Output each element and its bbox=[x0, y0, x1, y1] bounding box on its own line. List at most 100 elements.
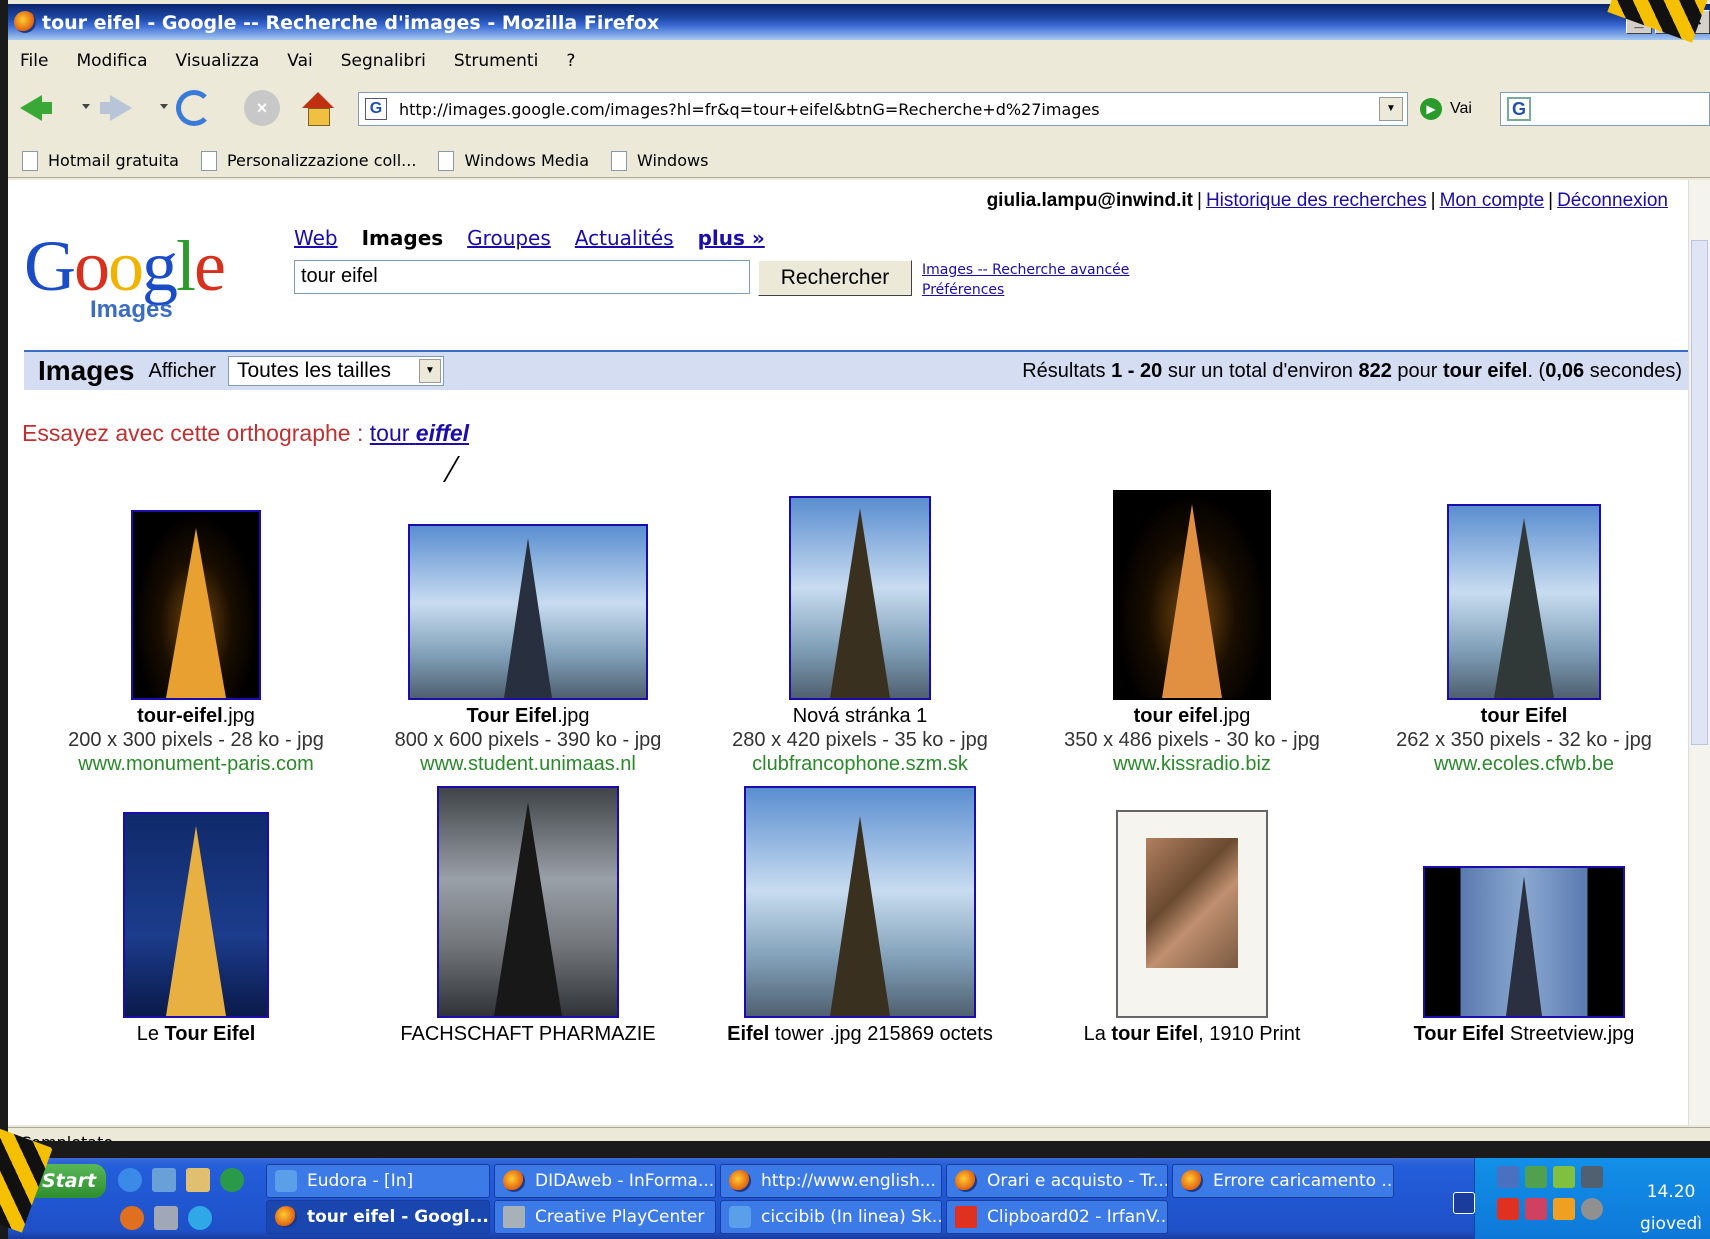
tab-web[interactable]: Web bbox=[294, 226, 338, 250]
result-thumbnail[interactable] bbox=[1113, 490, 1271, 700]
task-didaweb[interactable]: DIDAweb - InForma... bbox=[494, 1164, 716, 1198]
result-caption[interactable]: tour-eifel.jpg bbox=[30, 704, 362, 728]
menu-segnalibri[interactable]: Segnalibri bbox=[341, 51, 426, 71]
task-eudora[interactable]: Eudora - [In] bbox=[266, 1164, 490, 1198]
result-thumbnail[interactable] bbox=[1423, 866, 1625, 1018]
result-thumbnail[interactable] bbox=[437, 786, 619, 1018]
size-select[interactable]: Toutes les tailles ▼ bbox=[227, 356, 444, 386]
result-caption[interactable]: La tour Eifel, 1910 Print bbox=[1026, 1022, 1358, 1046]
antivirus-icon[interactable] bbox=[1525, 1166, 1547, 1188]
firefox-icon bbox=[729, 1170, 751, 1192]
tray-icon[interactable] bbox=[1581, 1198, 1603, 1220]
image-result[interactable]: Tour Eifel Streetview.jpg bbox=[1358, 866, 1688, 1046]
preferences-link[interactable]: Préférences bbox=[922, 280, 1129, 300]
address-url[interactable]: http://images.google.com/images?hl=fr&q=… bbox=[399, 100, 1100, 119]
menu-file[interactable]: File bbox=[20, 51, 48, 71]
result-caption[interactable]: FACHSCHAFT PHARMAZIE bbox=[362, 1022, 694, 1046]
task-english[interactable]: http://www.english... bbox=[720, 1164, 942, 1198]
ie-icon[interactable] bbox=[118, 1168, 142, 1192]
task-creative[interactable]: Creative PlayCenter bbox=[494, 1200, 716, 1234]
result-caption[interactable]: Tour Eifel Streetview.jpg bbox=[1358, 1022, 1688, 1046]
task-tour-eifel[interactable]: tour eifel - Googl... bbox=[266, 1200, 490, 1234]
google-search-icon[interactable]: G bbox=[1507, 97, 1531, 121]
clock[interactable]: 14.20 giovedì bbox=[1640, 1176, 1702, 1239]
result-thumbnail[interactable] bbox=[408, 524, 648, 700]
result-caption[interactable]: Tour Eifel.jpg bbox=[362, 704, 694, 728]
reload-icon[interactable] bbox=[176, 90, 212, 126]
search-input[interactable]: tour eifel bbox=[294, 260, 750, 294]
task-orari[interactable]: Orari e acquisto - Tr... bbox=[946, 1164, 1168, 1198]
forward-history-dropdown[interactable] bbox=[160, 104, 168, 109]
spell-suggestion-link[interactable]: tour eiffel bbox=[370, 420, 469, 446]
search-history-link[interactable]: Historique des recherches bbox=[1206, 190, 1427, 211]
image-result[interactable]: tour-eifel.jpg 200 x 300 pixels - 28 ko … bbox=[30, 510, 362, 776]
advanced-search-link[interactable]: Images -- Recherche avancée bbox=[922, 260, 1129, 280]
image-result[interactable]: Nová stránka 1 280 x 420 pixels - 35 ko … bbox=[694, 496, 1026, 776]
menu-vai[interactable]: Vai bbox=[287, 51, 312, 71]
result-caption[interactable]: Nová stránka 1 bbox=[694, 704, 1026, 728]
menu-help[interactable]: ? bbox=[566, 51, 575, 71]
result-thumbnail[interactable] bbox=[131, 510, 261, 700]
task-skype[interactable]: ciccibib (In linea) Sk... bbox=[720, 1200, 942, 1234]
mail-icon[interactable] bbox=[186, 1168, 210, 1192]
menu-modifica[interactable]: Modifica bbox=[76, 51, 147, 71]
go-icon: ▶ bbox=[1420, 98, 1442, 120]
result-thumbnail[interactable] bbox=[789, 496, 931, 700]
image-result[interactable]: Tour Eifel.jpg 800 x 600 pixels - 390 ko… bbox=[362, 524, 694, 776]
chevron-down-icon[interactable]: ▼ bbox=[418, 359, 441, 383]
menu-strumenti[interactable]: Strumenti bbox=[454, 51, 538, 71]
image-result[interactable]: Le Tour Eifel bbox=[30, 812, 362, 1046]
logout-link[interactable]: Déconnexion bbox=[1557, 190, 1668, 211]
tray-icon[interactable] bbox=[1581, 1166, 1603, 1188]
go-button[interactable]: ▶ Vai bbox=[1420, 92, 1472, 126]
firefox-icon[interactable] bbox=[120, 1206, 144, 1230]
search-button[interactable]: Rechercher bbox=[758, 260, 912, 296]
image-result[interactable]: La tour Eifel, 1910 Print bbox=[1026, 810, 1358, 1046]
tray-icon[interactable] bbox=[1553, 1198, 1575, 1220]
bookmark-item[interactable]: Hotmail gratuita bbox=[22, 150, 179, 171]
result-thumbnail[interactable] bbox=[1116, 810, 1268, 1018]
caption-bold: Eifel bbox=[727, 1023, 770, 1045]
skype-icon[interactable] bbox=[188, 1206, 212, 1230]
address-dropdown-button[interactable]: ▼ bbox=[1379, 97, 1403, 121]
tab-groupes[interactable]: Groupes bbox=[467, 226, 551, 250]
tab-more[interactable]: plus » bbox=[698, 226, 765, 250]
back-history-dropdown[interactable] bbox=[82, 104, 90, 109]
network-icon[interactable] bbox=[1497, 1166, 1519, 1188]
back-icon[interactable] bbox=[18, 90, 54, 126]
tray-icon[interactable] bbox=[1525, 1198, 1547, 1220]
explorer-icon[interactable] bbox=[152, 1168, 176, 1192]
bookmark-item[interactable]: Personalizzazione coll... bbox=[200, 150, 416, 171]
menu-visualizza[interactable]: Visualizza bbox=[176, 51, 260, 71]
address-bar[interactable]: G http://images.google.com/images?hl=fr&… bbox=[358, 92, 1408, 126]
zonealarm-icon[interactable] bbox=[1497, 1198, 1519, 1220]
bookmark-item[interactable]: Windows Media bbox=[438, 150, 589, 171]
image-result[interactable]: Eifel tower .jpg 215869 octets bbox=[694, 786, 1026, 1046]
result-thumbnail[interactable] bbox=[1447, 504, 1601, 700]
messenger-icon[interactable] bbox=[1553, 1166, 1575, 1188]
search-engine-box[interactable]: G bbox=[1500, 92, 1710, 126]
home-icon[interactable] bbox=[300, 90, 336, 126]
my-account-link[interactable]: Mon compte bbox=[1440, 190, 1545, 211]
result-caption[interactable]: tour Eifel bbox=[1358, 704, 1688, 728]
media-player-icon[interactable] bbox=[220, 1168, 244, 1192]
forward-icon[interactable] bbox=[98, 90, 134, 126]
result-caption[interactable]: tour eifel.jpg bbox=[1026, 704, 1358, 728]
tab-actualites[interactable]: Actualités bbox=[575, 226, 674, 250]
google-images-logo[interactable]: Google Images bbox=[24, 230, 274, 323]
bookmark-item[interactable]: Windows bbox=[611, 150, 708, 171]
task-irfanview[interactable]: Clipboard02 - IrfanV... bbox=[946, 1200, 1168, 1234]
image-result[interactable]: FACHSCHAFT PHARMAZIE bbox=[362, 786, 694, 1046]
image-result[interactable]: tour Eifel 262 x 350 pixels - 32 ko - jp… bbox=[1358, 504, 1688, 776]
task-errore[interactable]: Errore caricamento ... bbox=[1172, 1164, 1394, 1198]
vertical-scrollbar[interactable] bbox=[1688, 180, 1710, 1125]
scrollbar-thumb[interactable] bbox=[1691, 240, 1708, 745]
result-thumbnail[interactable] bbox=[123, 812, 269, 1018]
stop-icon[interactable]: × bbox=[244, 90, 280, 126]
result-thumbnail[interactable] bbox=[744, 786, 976, 1018]
desktop-icon[interactable] bbox=[154, 1206, 178, 1230]
language-icon[interactable] bbox=[1453, 1192, 1475, 1214]
image-result[interactable]: tour eifel.jpg 350 x 486 pixels - 30 ko … bbox=[1026, 490, 1358, 776]
result-caption[interactable]: Eifel tower .jpg 215869 octets bbox=[694, 1022, 1026, 1046]
result-caption[interactable]: Le Tour Eifel bbox=[30, 1022, 362, 1046]
